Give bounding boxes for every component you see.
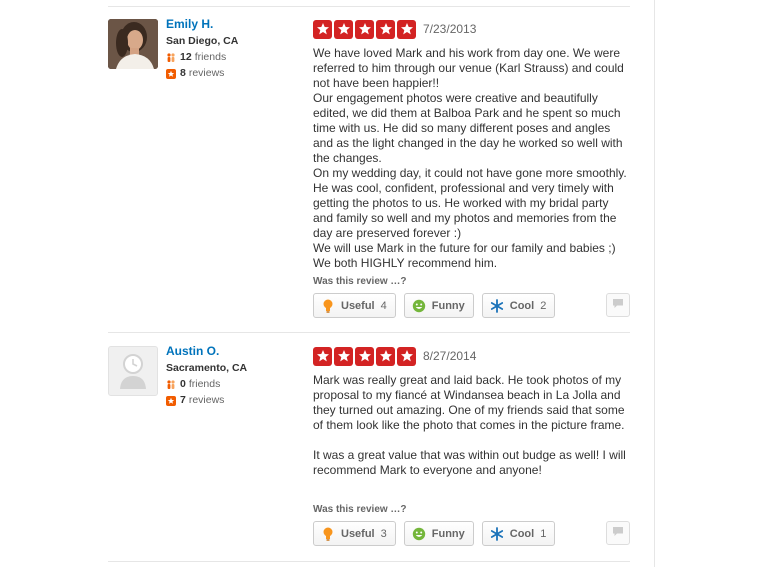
friends-count: 12 <box>180 51 192 63</box>
review-paragraph: On my wedding day, it could not have gon… <box>313 166 627 240</box>
user-info: Austin O. Sacramento, CA 0 friends 7 rev… <box>166 344 296 407</box>
review-body: 8/27/2014 Mark was really great and laid… <box>313 346 631 478</box>
cool-snowflake-icon <box>490 526 504 541</box>
user-avatar[interactable] <box>108 19 158 69</box>
reviews-label: reviews <box>188 67 225 79</box>
cool-label: Cool <box>509 299 535 312</box>
user-location: Sacramento, CA <box>166 362 248 374</box>
star-icon <box>376 346 395 366</box>
reviews-count: 7 <box>180 394 186 406</box>
user-avatar[interactable] <box>108 346 158 396</box>
funny-smiley-icon <box>412 527 426 541</box>
reviews-icon <box>166 68 176 79</box>
useful-label: Useful <box>341 527 375 540</box>
star-icon <box>376 19 395 39</box>
useful-count: 4 <box>380 299 387 312</box>
funny-smiley-icon <box>412 299 426 313</box>
reviews-label: reviews <box>188 394 225 406</box>
review-date: 8/27/2014 <box>423 349 477 363</box>
useful-label: Useful <box>341 299 375 312</box>
cool-count: 2 <box>540 299 547 312</box>
vote-buttons: Useful 3 Funny Cool 1 <box>313 521 563 546</box>
comment-button[interactable] <box>606 521 630 545</box>
star-icon <box>334 346 353 366</box>
star-icon <box>397 346 416 366</box>
star-icon <box>313 19 332 39</box>
review-paragraph: It was a great value that was within out… <box>313 448 626 477</box>
cool-button[interactable]: Cool 2 <box>481 293 556 318</box>
friends-stat: 12 friends <box>166 51 296 64</box>
review-paragraph: Mark was really great and laid back. He … <box>313 373 625 432</box>
star-icon <box>313 346 332 366</box>
was-this-review-label: Was this review …? <box>313 276 407 287</box>
funny-button[interactable]: Funny <box>403 293 474 318</box>
vote-buttons: Useful 4 Funny Cool 2 <box>313 293 563 318</box>
review-paragraph: We both HIGHLY recommend him. <box>313 256 498 270</box>
friends-icon <box>166 52 176 63</box>
rating-row: 7/23/2013 <box>313 19 631 39</box>
reviews-stat: 8 reviews <box>166 67 296 80</box>
useful-count: 3 <box>380 527 387 540</box>
friends-stat: 0 friends <box>166 378 296 391</box>
star-icon <box>397 19 416 39</box>
star-icon <box>334 19 353 39</box>
review-text: Mark was really great and laid back. He … <box>313 373 631 478</box>
comment-icon <box>612 296 624 314</box>
funny-label: Funny <box>431 527 465 540</box>
reviews-icon <box>166 395 176 406</box>
divider <box>108 561 630 562</box>
user-name[interactable]: Austin O. <box>166 344 296 358</box>
rating-row: 8/27/2014 <box>313 346 631 366</box>
cool-button[interactable]: Cool 1 <box>481 521 556 546</box>
comment-icon <box>612 524 624 542</box>
useful-button[interactable]: Useful 4 <box>313 293 396 318</box>
friends-label: friends <box>188 378 221 390</box>
review-date: 7/23/2013 <box>423 22 477 36</box>
review-paragraph-break <box>313 433 631 448</box>
reviews-stat: 7 reviews <box>166 394 296 407</box>
divider <box>108 6 630 7</box>
star-rating <box>313 346 418 366</box>
cool-snowflake-icon <box>490 298 504 313</box>
user-name[interactable]: Emily H. <box>166 17 296 31</box>
useful-bulb-icon <box>321 299 335 313</box>
useful-button[interactable]: Useful 3 <box>313 521 396 546</box>
comment-button[interactable] <box>606 293 630 317</box>
right-column-divider <box>654 0 655 567</box>
cool-count: 1 <box>540 527 547 540</box>
was-this-review-label: Was this review …? <box>313 504 407 515</box>
user-location: San Diego, CA <box>166 35 239 47</box>
star-rating <box>313 19 418 39</box>
review-text: We have loved Mark and his work from day… <box>313 46 631 271</box>
review-paragraph: We have loved Mark and his work from day… <box>313 46 624 90</box>
review-paragraph: We will use Mark in the future for our f… <box>313 241 616 255</box>
default-avatar-icon <box>120 354 146 389</box>
star-icon <box>355 346 374 366</box>
funny-button[interactable]: Funny <box>403 521 474 546</box>
divider <box>108 332 630 333</box>
friends-icon <box>166 379 176 390</box>
funny-label: Funny <box>431 299 465 312</box>
useful-bulb-icon <box>321 527 335 541</box>
review-body: 7/23/2013 We have loved Mark and his wor… <box>313 19 631 271</box>
review-paragraph: Our engagement photos were creative and … <box>313 91 623 165</box>
user-photo <box>108 19 158 69</box>
reviews-count: 8 <box>180 67 186 79</box>
friends-label: friends <box>194 51 227 63</box>
star-icon <box>355 19 374 39</box>
cool-label: Cool <box>509 527 535 540</box>
friends-count: 0 <box>180 378 186 390</box>
user-info: Emily H. San Diego, CA 12 friends 8 revi… <box>166 17 296 80</box>
